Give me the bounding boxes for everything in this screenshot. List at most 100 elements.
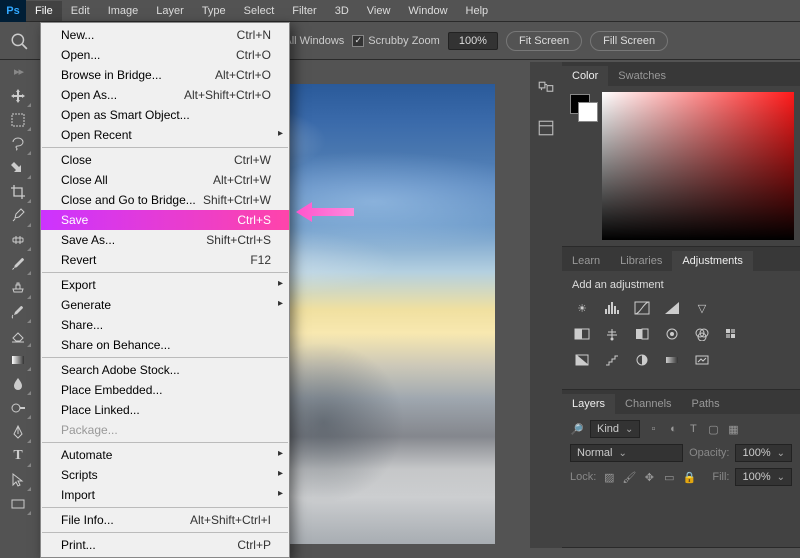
history-brush-tool[interactable] — [4, 300, 32, 324]
gradient-tool[interactable] — [4, 348, 32, 372]
move-tool[interactable] — [4, 84, 32, 108]
marquee-tool[interactable] — [4, 108, 32, 132]
fill-input[interactable]: 100% — [735, 468, 792, 486]
menubar-item-filter[interactable]: Filter — [283, 1, 325, 21]
zoom-percent-input[interactable]: 100% — [448, 32, 498, 50]
menu-item-scripts[interactable]: Scripts — [41, 465, 289, 485]
menubar-item-help[interactable]: Help — [457, 1, 498, 21]
menu-item-place-linked[interactable]: Place Linked... — [41, 400, 289, 420]
fill-screen-button[interactable]: Fill Screen — [590, 31, 668, 51]
foreground-background-swatch[interactable] — [562, 86, 602, 246]
photo-filter-icon[interactable] — [662, 325, 682, 343]
properties-panel-icon[interactable] — [537, 119, 555, 140]
brush-tool[interactable] — [4, 252, 32, 276]
healing-brush-tool[interactable] — [4, 228, 32, 252]
blend-mode-select[interactable]: Normal — [570, 444, 683, 462]
eyedropper-tool[interactable] — [4, 204, 32, 228]
blur-tool[interactable] — [4, 372, 32, 396]
lock-artboard-icon[interactable]: ▭ — [662, 470, 676, 484]
invert-icon[interactable] — [572, 351, 592, 369]
filter-kind-icon[interactable]: 🔎 — [570, 422, 584, 436]
opacity-input[interactable]: 100% — [735, 444, 792, 462]
layer-kind-select[interactable]: Kind — [590, 420, 640, 438]
menu-item-share[interactable]: Share... — [41, 315, 289, 335]
menu-item-automate[interactable]: Automate — [41, 445, 289, 465]
threshold-icon[interactable] — [632, 351, 652, 369]
adj-panel-tab-adjustments[interactable]: Adjustments — [672, 251, 753, 271]
curves-icon[interactable] — [632, 299, 652, 317]
menu-item-browse-in-bridge[interactable]: Browse in Bridge...Alt+Ctrl+O — [41, 65, 289, 85]
menubar-item-image[interactable]: Image — [99, 1, 148, 21]
history-panel-icon[interactable] — [537, 80, 555, 101]
menu-item-close-all[interactable]: Close AllAlt+Ctrl+W — [41, 170, 289, 190]
dodge-tool[interactable] — [4, 396, 32, 420]
menu-item-generate[interactable]: Generate — [41, 295, 289, 315]
menu-item-open-recent[interactable]: Open Recent — [41, 125, 289, 145]
lock-transparent-icon[interactable]: ▨ — [602, 470, 616, 484]
color-balance-icon[interactable] — [602, 325, 622, 343]
menubar-item-3d[interactable]: 3D — [326, 1, 358, 21]
gradient-map-icon[interactable] — [662, 351, 682, 369]
menu-item-import[interactable]: Import — [41, 485, 289, 505]
levels-icon[interactable] — [602, 299, 622, 317]
eraser-tool[interactable] — [4, 324, 32, 348]
layers-panel-tab-paths[interactable]: Paths — [682, 394, 730, 414]
color-lookup-icon[interactable] — [722, 325, 742, 343]
filter-shape-icon[interactable]: ▢ — [706, 422, 720, 436]
menu-item-open[interactable]: Open...Ctrl+O — [41, 45, 289, 65]
menubar-item-window[interactable]: Window — [399, 1, 456, 21]
menu-item-new[interactable]: New...Ctrl+N — [41, 25, 289, 45]
menu-item-open-as[interactable]: Open As...Alt+Shift+Ctrl+O — [41, 85, 289, 105]
menu-item-search-adobe-stock[interactable]: Search Adobe Stock... — [41, 360, 289, 380]
filter-adjust-icon[interactable]: ◐ — [666, 422, 680, 436]
layers-panel-tab-layers[interactable]: Layers — [562, 394, 615, 414]
zoom-tool-preset-icon[interactable] — [10, 32, 28, 50]
adj-panel-tab-libraries[interactable]: Libraries — [610, 251, 672, 271]
menubar-item-view[interactable]: View — [358, 1, 400, 21]
menubar-item-type[interactable]: Type — [193, 1, 235, 21]
menu-item-close[interactable]: CloseCtrl+W — [41, 150, 289, 170]
menu-item-open-as-smart-object[interactable]: Open as Smart Object... — [41, 105, 289, 125]
filter-smart-icon[interactable]: ▦ — [726, 422, 740, 436]
menu-item-share-on-behance[interactable]: Share on Behance... — [41, 335, 289, 355]
menu-item-export[interactable]: Export — [41, 275, 289, 295]
menu-item-print[interactable]: Print...Ctrl+P — [41, 535, 289, 555]
path-select-tool[interactable] — [4, 468, 32, 492]
bw-icon[interactable] — [632, 325, 652, 343]
color-panel-tab-swatches[interactable]: Swatches — [608, 66, 676, 86]
menu-item-place-embedded[interactable]: Place Embedded... — [41, 380, 289, 400]
hue-sat-icon[interactable] — [572, 325, 592, 343]
clone-stamp-tool[interactable] — [4, 276, 32, 300]
lock-paint-icon[interactable]: 🖌 — [622, 470, 636, 484]
menubar-item-layer[interactable]: Layer — [147, 1, 193, 21]
lock-all-icon[interactable]: 🔒 — [682, 470, 696, 484]
pen-tool[interactable] — [4, 420, 32, 444]
menubar-item-select[interactable]: Select — [235, 1, 284, 21]
color-picker-field[interactable] — [602, 92, 794, 240]
menu-item-close-and-go-to-bridge[interactable]: Close and Go to Bridge...Shift+Ctrl+W — [41, 190, 289, 210]
scrubby-zoom-checkbox[interactable]: ✓Scrubby Zoom — [352, 35, 440, 47]
menu-item-revert[interactable]: RevertF12 — [41, 250, 289, 270]
filter-type-icon[interactable]: T — [686, 422, 700, 436]
layers-panel-tab-channels[interactable]: Channels — [615, 394, 681, 414]
exposure-icon[interactable] — [662, 299, 682, 317]
vibrance-icon[interactable]: ▽ — [692, 299, 712, 317]
color-panel-tab-color[interactable]: Color — [562, 66, 608, 86]
menubar-item-edit[interactable]: Edit — [62, 1, 99, 21]
lock-position-icon[interactable]: ✥ — [642, 470, 656, 484]
menubar-item-file[interactable]: File — [26, 1, 62, 21]
filter-pixel-icon[interactable]: ▫ — [646, 422, 660, 436]
menu-item-save[interactable]: SaveCtrl+S — [41, 210, 289, 230]
rectangle-tool[interactable] — [4, 492, 32, 516]
brightness-icon[interactable]: ☀ — [572, 299, 592, 317]
quick-select-tool[interactable] — [4, 156, 32, 180]
channel-mixer-icon[interactable] — [692, 325, 712, 343]
menu-item-file-info[interactable]: File Info...Alt+Shift+Ctrl+I — [41, 510, 289, 530]
crop-tool[interactable] — [4, 180, 32, 204]
posterize-icon[interactable] — [602, 351, 622, 369]
lasso-tool[interactable] — [4, 132, 32, 156]
fit-screen-button[interactable]: Fit Screen — [506, 31, 582, 51]
selective-color-icon[interactable] — [692, 351, 712, 369]
type-tool[interactable]: T — [4, 444, 32, 468]
menu-item-save-as[interactable]: Save As...Shift+Ctrl+S — [41, 230, 289, 250]
